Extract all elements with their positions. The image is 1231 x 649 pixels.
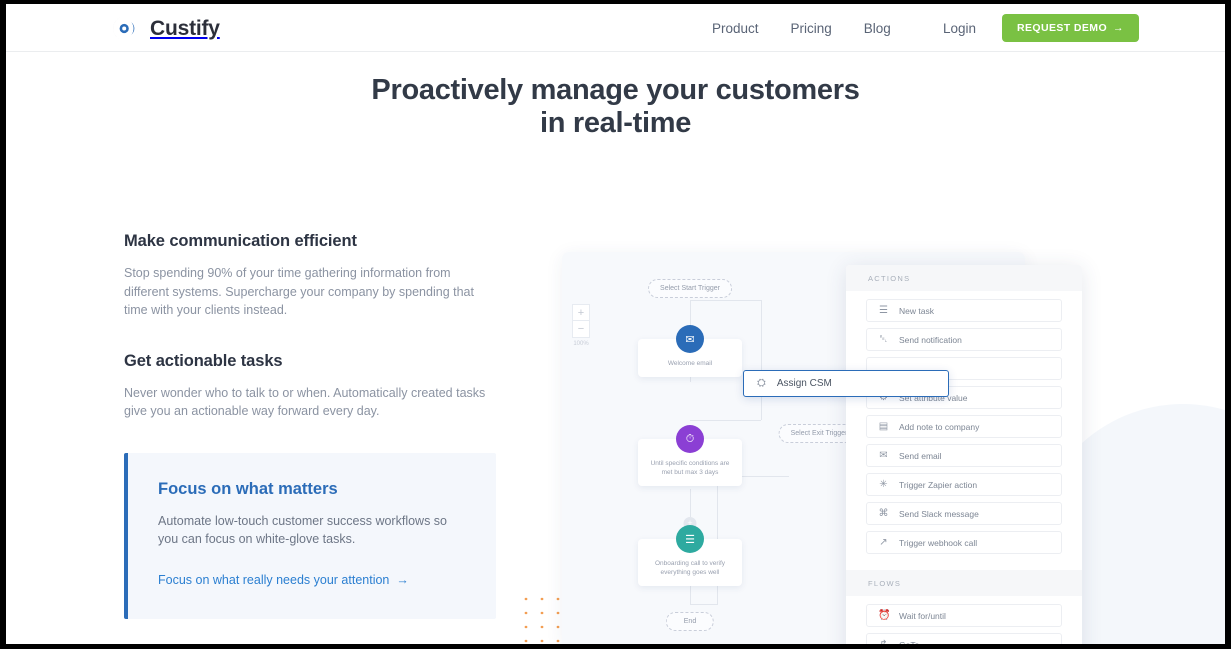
webhook-icon: ↗ [879, 537, 888, 548]
flow-edge [690, 300, 761, 301]
action-item-label: Send notification [899, 334, 962, 345]
alarm-clock-icon: ⏰ [878, 610, 891, 621]
flow-end-node: End [665, 612, 715, 631]
feature-title: Make communication efficient [124, 232, 357, 250]
action-item-label: Trigger webhook call [899, 537, 978, 548]
task-list-icon: ☰ [676, 525, 704, 553]
flow-node-welcome-email[interactable]: ✉ Welcome email [638, 325, 742, 377]
slack-icon: ⌘ [878, 508, 889, 519]
actions-panel: ACTIONS ☰ New task ␇ Send notification ⚙… [846, 265, 1082, 644]
feature-block-communication: Make communication efficient Stop spendi… [124, 232, 496, 320]
login-link[interactable]: Login [943, 21, 976, 36]
action-item-add-note-to-company[interactable]: ▤ Add note to company [866, 415, 1062, 438]
main-navigation: Product Pricing Blog [712, 4, 891, 52]
flow-edge [690, 420, 761, 421]
hero-title-line-2: in real-time [539, 107, 692, 139]
action-item-send-notification[interactable]: ␇ Send notification [866, 328, 1062, 351]
brand-logo-link[interactable]: Custify [110, 13, 220, 44]
bell-icon: ␇ [879, 334, 888, 345]
envelope-icon: ✉ [676, 325, 704, 353]
feature-card-focus[interactable]: Focus on what matters Automate low-touch… [124, 452, 496, 619]
browser-page: Custify Product Pricing Blog Login REQUE… [6, 4, 1225, 644]
feature-text: Never wonder who to talk to or when. Aut… [124, 385, 486, 419]
flow-item-label: Wait for/until [899, 610, 946, 621]
arrow-right-icon: → [396, 572, 409, 587]
task-list-icon: ☰ [879, 305, 888, 316]
action-item-trigger-webhook-call[interactable]: ↗ Trigger webhook call [866, 531, 1062, 554]
site-header: Custify Product Pricing Blog Login REQUE… [6, 4, 1225, 52]
feature-title: Get actionable tasks [124, 351, 283, 370]
features-column: Make communication efficient Stop spendi… [124, 232, 496, 619]
feature-block-tasks: Get actionable tasks Never wonder who to… [124, 352, 496, 421]
envelope-icon: ✉ [879, 450, 888, 461]
flow-item-goto[interactable]: ↱ GoTo [866, 633, 1062, 644]
action-item-trigger-zapier-action[interactable]: ✳ Trigger Zapier action [866, 473, 1062, 496]
nav-item-blog[interactable]: Blog [864, 21, 891, 36]
nav-item-product[interactable]: Product [712, 21, 759, 36]
page-title: Proactively manage your customers in rea… [6, 74, 1225, 140]
action-item-send-email[interactable]: ✉ Send email [866, 444, 1062, 467]
flow-node-onboarding-call[interactable]: ☰ Onboarding call to verify everything g… [638, 525, 742, 586]
flow-item-wait-for-until[interactable]: ⏰ Wait for/until [866, 604, 1062, 627]
request-demo-button[interactable]: REQUEST DEMO → [1002, 14, 1139, 42]
arrow-right-icon: → [1113, 22, 1124, 34]
app-mockup: + − 100% Select Start Trigger ✉ Welcome … [562, 252, 1082, 644]
zapier-icon: ✳ [879, 479, 888, 490]
header-actions: Login REQUEST DEMO → [943, 4, 1139, 52]
flow-edge [761, 300, 762, 420]
hero-section: Proactively manage your customers in rea… [6, 52, 1225, 644]
hero-title-line-1: Proactively manage your customers [371, 74, 860, 106]
flow-node-label: Until specific conditions are met but ma… [650, 460, 730, 476]
flows-section-heading: FLOWS [846, 570, 1082, 596]
custify-logo-icon [110, 13, 141, 44]
dragged-action-assign-csm[interactable]: ⛭ Assign CSM [743, 370, 949, 397]
flow-node-wait-condition[interactable]: ⏱ Until specific conditions are met but … [638, 425, 742, 486]
flow-edge [690, 604, 718, 605]
flow-node-label: Welcome email [667, 360, 713, 367]
action-item-label: Send email [899, 450, 942, 461]
flows-list: ⏰ Wait for/until ↱ GoTo [846, 596, 1082, 644]
feature-card-text: Automate low-touch customer success work… [158, 513, 447, 547]
action-item-label: Send Slack message [899, 508, 979, 519]
feature-card-link[interactable]: Focus on what really needs your attentio… [158, 573, 409, 587]
request-demo-label: REQUEST DEMO [1017, 22, 1108, 34]
arrow-curve-icon: ↱ [878, 639, 889, 644]
feature-card-title: Focus on what matters [158, 479, 338, 498]
action-item-send-slack-message[interactable]: ⌘ Send Slack message [866, 502, 1062, 525]
action-item-label: Trigger Zapier action [899, 479, 978, 490]
timer-icon: ⏱ [676, 425, 704, 453]
feature-card-link-label: Focus on what really needs your attentio… [158, 572, 390, 587]
nav-item-pricing[interactable]: Pricing [791, 21, 832, 36]
assign-user-icon: ⛭ [757, 377, 766, 389]
feature-text: Stop spending 90% of your time gathering… [124, 266, 474, 317]
note-icon: ▤ [878, 421, 889, 432]
flow-item-label: GoTo [899, 640, 919, 645]
actions-list: ☰ New task ␇ Send notification ⚙ Set att… [846, 291, 1082, 570]
flow-start-trigger[interactable]: Select Start Trigger [648, 279, 732, 298]
action-item-label: New task [899, 305, 934, 316]
action-item-new-task[interactable]: ☰ New task [866, 299, 1062, 322]
dragged-action-label: Assign CSM [776, 378, 832, 389]
brand-name: Custify [150, 16, 220, 40]
flow-node-label: Onboarding call to verify everything goe… [654, 560, 726, 576]
action-item-label: Add note to company [899, 421, 980, 432]
actions-section-heading: ACTIONS [846, 265, 1082, 291]
flow-edge [690, 489, 691, 517]
